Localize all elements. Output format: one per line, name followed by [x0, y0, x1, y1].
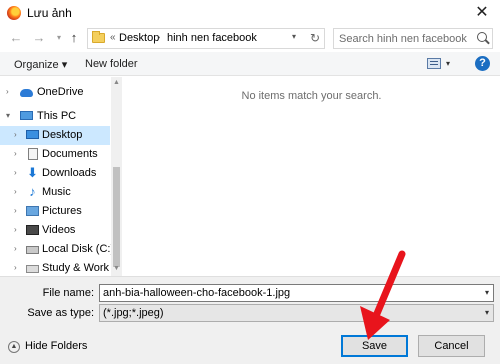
- hide-folders-label: Hide Folders: [25, 340, 88, 352]
- cloud-icon: [20, 89, 33, 97]
- expand-chevron-icon[interactable]: ›: [14, 244, 17, 253]
- sidebar-item-label: Study & Work (E: [42, 262, 122, 274]
- forward-arrow-icon[interactable]: →: [31, 29, 47, 47]
- videos-icon: [26, 225, 39, 235]
- chevron-up-icon: ▲: [8, 341, 20, 353]
- expand-chevron-icon[interactable]: ›: [14, 130, 17, 139]
- file-name-combobox[interactable]: ▾: [99, 284, 494, 302]
- file-name-dropdown-icon[interactable]: ▾: [485, 288, 489, 297]
- save-button[interactable]: Save: [341, 335, 408, 357]
- address-overflow[interactable]: «: [110, 32, 116, 43]
- sidebar-item-label: Local Disk (C:): [42, 243, 115, 255]
- desktop-icon: [26, 130, 39, 139]
- change-view-icon[interactable]: [427, 58, 441, 69]
- sidebar-item-label: Downloads: [42, 167, 97, 179]
- expand-chevron-icon[interactable]: ›: [14, 187, 17, 196]
- save-type-value: (*.jpg;*.jpeg): [103, 307, 164, 319]
- save-type-label: Save as type:: [27, 307, 94, 319]
- breadcrumb-desktop[interactable]: Desktop: [119, 32, 159, 44]
- scroll-up-icon[interactable]: ▲: [113, 79, 120, 86]
- sidebar-item-desktop[interactable]: › Desktop: [0, 126, 110, 145]
- close-button[interactable]: ✕: [468, 3, 496, 23]
- sidebar-item-documents[interactable]: › Documents: [0, 145, 110, 164]
- new-folder-button[interactable]: New folder: [85, 58, 138, 70]
- navigation-bar: ← → ▾ ↑ « Desktop › hinh nen facebook ▾ …: [0, 26, 500, 52]
- file-name-label: File name:: [42, 287, 94, 299]
- search-input[interactable]: [339, 31, 469, 46]
- folder-icon: [92, 31, 105, 43]
- help-icon[interactable]: ?: [475, 56, 490, 71]
- collapse-chevron-icon[interactable]: ▾: [6, 111, 10, 120]
- address-dropdown-icon[interactable]: ▾: [292, 32, 296, 41]
- refresh-icon[interactable]: ↻: [310, 31, 320, 45]
- recent-chevron-icon[interactable]: ▾: [51, 29, 67, 47]
- view-dropdown-icon[interactable]: ▾: [446, 59, 450, 68]
- firefox-icon: [7, 6, 21, 20]
- hard-drive-icon: [26, 265, 39, 273]
- sidebar-item-pictures[interactable]: › Pictures: [0, 202, 110, 221]
- sidebar-item-label: OneDrive: [37, 86, 84, 98]
- expand-chevron-icon[interactable]: ›: [14, 168, 17, 177]
- sidebar-scrollbar[interactable]: ▲ ▼: [111, 77, 122, 276]
- empty-message: No items match your search.: [241, 90, 382, 102]
- breadcrumb-hinh-nen-facebook[interactable]: hinh nen facebook: [167, 32, 257, 44]
- save-form: File name: ▾ Save as type: (*.jpg;*.jpeg…: [0, 276, 500, 326]
- pictures-icon: [26, 206, 39, 216]
- sidebar-item-local-disk[interactable]: › Local Disk (C:): [0, 240, 114, 259]
- sidebar-item-this-pc[interactable]: ▾ This PC: [0, 107, 110, 126]
- computer-icon: [20, 111, 33, 120]
- music-note-icon: ♪: [29, 184, 36, 199]
- sidebar-item-downloads[interactable]: › ⬇ Downloads: [0, 164, 110, 183]
- sidebar-item-onedrive[interactable]: › OneDrive: [0, 83, 110, 102]
- expand-chevron-icon[interactable]: ›: [14, 206, 17, 215]
- save-type-dropdown-icon[interactable]: ▾: [485, 308, 489, 317]
- save-type-select[interactable]: (*.jpg;*.jpeg) ▾: [99, 304, 494, 322]
- sidebar-item-label: Videos: [42, 224, 76, 236]
- address-bar[interactable]: « Desktop › hinh nen facebook ▾ ↻: [87, 28, 325, 49]
- sidebar-item-videos[interactable]: › Videos: [0, 221, 110, 240]
- file-list-area[interactable]: No items match your search.: [123, 77, 500, 276]
- sidebar-item-study-work[interactable]: › Study & Work (E: [0, 259, 122, 276]
- sidebar-item-label: Desktop: [42, 129, 83, 141]
- dialog-footer: ▲ Hide Folders Save Cancel: [0, 326, 500, 364]
- expand-chevron-icon[interactable]: ›: [6, 87, 9, 96]
- sidebar-item-label: Music: [42, 186, 71, 198]
- download-arrow-icon: ⬇: [27, 165, 38, 180]
- search-icon[interactable]: [477, 32, 487, 42]
- expand-chevron-icon[interactable]: ›: [14, 225, 17, 234]
- documents-icon: [28, 148, 38, 160]
- organize-button[interactable]: Organize ▾: [14, 58, 67, 71]
- sidebar-item-label: This PC: [37, 110, 77, 122]
- cancel-button[interactable]: Cancel: [418, 335, 485, 357]
- sidebar-item-label: Documents: [42, 148, 98, 160]
- search-box[interactable]: [333, 28, 493, 49]
- hard-drive-icon: [26, 246, 39, 254]
- up-arrow-icon[interactable]: ↑: [66, 29, 82, 47]
- window-title: Lưu ảnh: [27, 6, 72, 20]
- breadcrumb-separator-icon: ›: [157, 32, 161, 43]
- scroll-down-icon[interactable]: ▼: [113, 265, 120, 272]
- title-bar: Lưu ảnh ✕: [0, 0, 500, 26]
- navigation-pane: › OneDrive ▾ This PC › Desktop › Documen…: [0, 77, 122, 276]
- back-arrow-icon[interactable]: ←: [8, 29, 24, 47]
- file-name-input[interactable]: [103, 286, 473, 300]
- sidebar-item-label: Pictures: [42, 205, 82, 217]
- sidebar-item-music[interactable]: › ♪ Music: [0, 183, 110, 202]
- expand-chevron-icon[interactable]: ›: [14, 263, 17, 272]
- scrollbar-thumb[interactable]: [113, 167, 120, 267]
- command-toolbar: Organize ▾ New folder ▾ ?: [0, 52, 500, 76]
- expand-chevron-icon[interactable]: ›: [14, 149, 17, 158]
